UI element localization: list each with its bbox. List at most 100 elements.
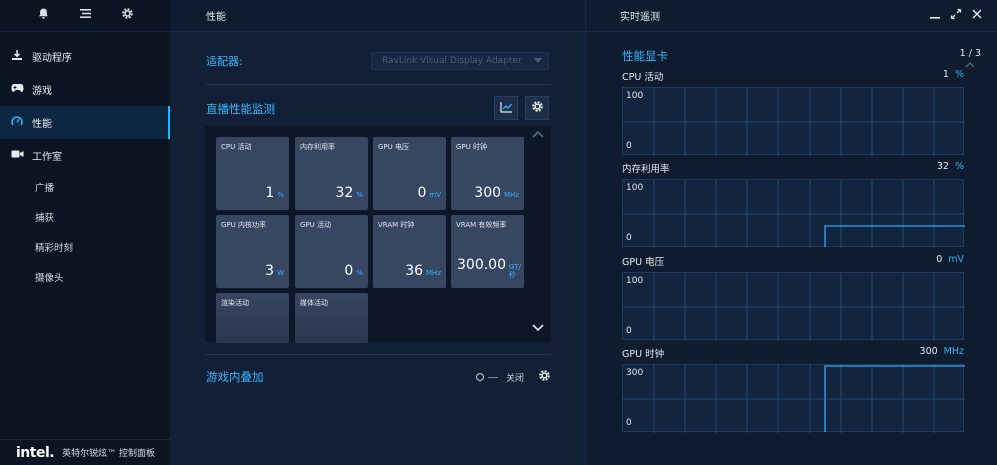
chevron-down-icon[interactable]: [531, 322, 545, 337]
line-chart-icon: [499, 101, 513, 116]
metric-number: 300: [919, 346, 938, 357]
tile-cpu-activity[interactable]: CPU 活动 1%: [216, 137, 289, 210]
metric-number: 32: [936, 161, 949, 172]
graph-gpu-voltage: 100 0: [622, 272, 965, 341]
gear-icon[interactable]: [538, 369, 551, 386]
tile-value: 3W: [265, 263, 284, 279]
tile-gpu-core-power[interactable]: GPU 内核功率 3W: [216, 215, 289, 288]
tile-value: 300.00 GT/秒: [457, 257, 521, 279]
tile-unit: GT/秒: [509, 263, 521, 279]
metric-name: 内存利用率: [622, 164, 670, 175]
metric-gpu-voltage: GPU 电压 0 mV: [622, 254, 964, 268]
intel-logo: intel.: [16, 444, 55, 461]
bell-icon[interactable]: [37, 7, 50, 24]
monitor-settings-button[interactable]: [525, 96, 549, 120]
tile-number: 300.00: [457, 257, 506, 273]
metric-value: 32%: [937, 161, 964, 175]
chart-view-button[interactable]: [494, 96, 518, 120]
toggle-knob: [475, 373, 484, 381]
sidebar-footer: intel. 英特尔锐炫™ 控制面板: [0, 439, 170, 465]
divider: [206, 354, 551, 355]
graph-gpu-clock: 300 0: [622, 364, 965, 433]
telemetry-panel: 实时遥测 性能显卡 1 / 3 CPU 活动 1% 100 0 内存利用率 32…: [585, 0, 997, 465]
tile-label: GPU 内核功率: [221, 221, 266, 229]
adapter-row: 适配器: RavLink Visual Display Adapter: [206, 52, 551, 70]
sidebar-item-label: 性能: [32, 119, 52, 130]
telemetry-title: 性能显卡: [622, 49, 668, 63]
tile-unit: MHz: [504, 191, 519, 199]
adapter-select-value: RavLink Visual Display Adapter: [382, 56, 522, 66]
sidebar-item-drivers[interactable]: 驱动程序: [0, 40, 170, 73]
tile-media-activity[interactable]: 媒体活动: [295, 293, 368, 343]
tile-render-activity[interactable]: 渲染活动: [216, 293, 289, 343]
sidebar-subitem-webcam[interactable]: 摄像头: [0, 262, 170, 292]
graph-svg: [623, 88, 965, 156]
sidebar-item-performance[interactable]: 性能: [0, 106, 174, 139]
sidebar: 驱动程序 游戏 性能 工作室 广播 捕获 精彩时刻 摄像头 intel. 英特尔…: [0, 0, 174, 465]
graph-max-label: 100: [626, 91, 644, 101]
metric-number: 0: [936, 254, 943, 265]
minimize-icon[interactable]: [929, 8, 941, 23]
tile-vram-effective-freq[interactable]: VRAM 有效频率 300.00 GT/秒: [451, 215, 524, 288]
metric-gpu-clock: GPU 时钟 300 MHz: [622, 346, 964, 360]
overlay-toggle[interactable]: 关闭: [475, 369, 551, 386]
monitor-title: 直播性能监测: [206, 102, 275, 116]
tile-label: 渲染活动: [221, 299, 249, 307]
overlay-row: 游戏内叠加 关闭: [206, 366, 551, 388]
sidebar-item-studio[interactable]: 工作室: [0, 139, 170, 172]
close-icon[interactable]: [971, 8, 983, 23]
metric-unit: %: [954, 69, 964, 80]
telemetry-header: 实时遥测: [620, 12, 660, 23]
adapter-select[interactable]: RavLink Visual Display Adapter: [371, 52, 549, 70]
list-icon[interactable]: [79, 7, 92, 24]
panel-header: 实时遥测: [586, 0, 997, 32]
sidebar-subitem-capture[interactable]: 捕获: [0, 202, 170, 232]
graph-svg: [623, 365, 965, 433]
tile-value: 36 MHz: [405, 263, 441, 279]
trace-line: [824, 225, 965, 247]
metric-memory-usage: 内存利用率 32%: [622, 161, 964, 175]
tile-label: CPU 活动: [221, 143, 252, 151]
graph-svg: [623, 273, 965, 341]
gear-icon[interactable]: [121, 7, 134, 24]
sidebar-item-games[interactable]: 游戏: [0, 73, 170, 106]
restore-icon[interactable]: [950, 8, 962, 23]
metric-value: 300 MHz: [920, 346, 964, 360]
adapter-label: 适配器:: [206, 55, 243, 68]
chevron-down-icon: [534, 58, 542, 63]
sidebar-subitem-broadcast[interactable]: 广播: [0, 172, 170, 202]
tile-gpu-activity[interactable]: GPU 活动 0%: [295, 215, 368, 288]
graph-max-label: 300: [626, 368, 644, 378]
toggle-state: 关闭: [505, 373, 524, 384]
chevron-up-icon[interactable]: [965, 60, 975, 71]
graph-svg: [623, 180, 965, 248]
divider: [206, 84, 551, 85]
chevron-up-icon[interactable]: [531, 128, 545, 143]
metric-name: GPU 电压: [622, 257, 665, 268]
graph-cpu-activity: 100 0: [622, 87, 965, 156]
tile-unit: %: [356, 269, 363, 277]
graph-min-label: 0: [626, 141, 632, 151]
performance-panel: 性能 适配器: RavLink Visual Display Adapter 直…: [170, 0, 585, 465]
metric-cpu-activity: CPU 活动 1%: [622, 69, 964, 83]
sidebar-item-label: 驱动程序: [32, 53, 72, 64]
toggle-track: [487, 376, 498, 378]
metric-tiles: CPU 活动 1% 内存利用率 32% GPU 电压 0 mV GPU 时钟 30…: [205, 126, 551, 343]
sidebar-toolbar: [0, 0, 170, 32]
tile-gpu-voltage[interactable]: GPU 电压 0 mV: [373, 137, 446, 210]
sidebar-subitem-highlights[interactable]: 精彩时刻: [0, 232, 170, 262]
metric-name: CPU 活动: [622, 72, 664, 83]
graph-max-label: 100: [626, 276, 644, 286]
sidebar-item-label: 游戏: [32, 86, 52, 97]
graph-memory-usage: 100 0: [622, 179, 965, 248]
sidebar-nav: 驱动程序 游戏 性能 工作室 广播 捕获 精彩时刻 摄像头: [0, 40, 174, 292]
tile-gpu-clock[interactable]: GPU 时钟 300 MHz: [451, 137, 524, 210]
camera-icon: [10, 149, 24, 162]
tile-number: 1: [265, 185, 275, 201]
metric-unit: MHz: [943, 346, 964, 357]
tile-vram-clock[interactable]: VRAM 时钟 36 MHz: [373, 215, 446, 288]
tile-number: 0: [344, 263, 354, 279]
tile-memory-usage[interactable]: 内存利用率 32%: [295, 137, 368, 210]
sidebar-item-label: 工作室: [32, 152, 62, 163]
graph-min-label: 0: [626, 233, 632, 243]
